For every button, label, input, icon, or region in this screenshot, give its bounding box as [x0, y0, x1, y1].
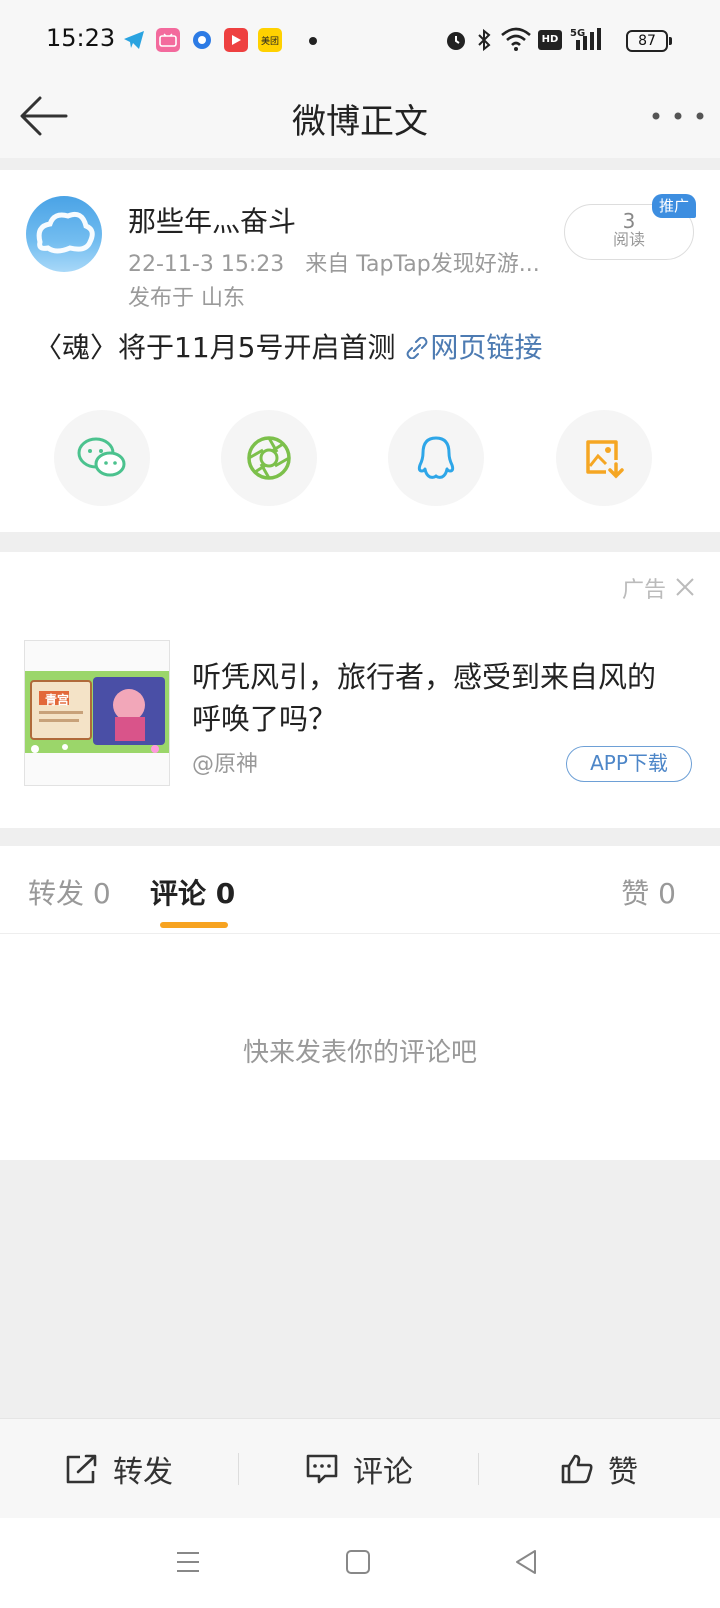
post-timestamp: 22-11-3 15:23: [128, 252, 285, 277]
status-bar: 15:23 美团 HD 5G 87: [0, 0, 720, 80]
share-wechat-button[interactable]: [54, 410, 150, 506]
ad-image[interactable]: 青宫: [24, 640, 170, 786]
close-icon: [676, 578, 694, 596]
ad-game-art-icon: [25, 671, 169, 753]
repost-button[interactable]: 转发: [0, 1419, 238, 1519]
post-location: 发布于 山东: [128, 286, 245, 311]
menu-icon: [177, 1552, 199, 1572]
home-square-icon: [346, 1550, 370, 1574]
svg-text:5G: 5G: [570, 28, 585, 39]
tab-repost[interactable]: 转发 0: [28, 872, 111, 912]
post-text: 〈魂〉将于11月5号开启首测 网页链接: [34, 326, 542, 366]
web-link[interactable]: 网页链接: [404, 331, 542, 364]
alarm-icon: [444, 28, 468, 56]
repost-label: 转发: [113, 1455, 173, 1490]
bottom-toolbar: 转发 评论 赞: [0, 1418, 720, 1518]
post-meta: 22-11-3 15:23 来自 TapTap发现好游...: [128, 246, 540, 278]
save-image-icon: [586, 440, 624, 479]
back-triangle-icon: [516, 1550, 536, 1574]
comment-button[interactable]: 评论: [240, 1419, 478, 1519]
avatar[interactable]: [26, 196, 102, 272]
bilibili-icon: [156, 28, 180, 52]
toolbar-divider: [238, 1453, 239, 1485]
ad-title[interactable]: 听凭风引，旅行者，感受到来自风的呼唤了吗？: [192, 656, 682, 740]
post-card: 那些年灬奋斗 22-11-3 15:23 来自 TapTap发现好游... 发布…: [0, 170, 720, 532]
signal-5g-icon: 5G: [570, 26, 604, 56]
ad-card[interactable]: 广告 青宫 听凭风引，旅行者，感受到来自风的呼唤了吗？ @原神 APP下载: [0, 552, 720, 828]
qq-icon: [417, 436, 455, 479]
comments-section: 快来发表你的评论吧: [0, 934, 720, 1160]
save-image-button[interactable]: [556, 410, 652, 506]
share-moments-button[interactable]: [221, 410, 317, 506]
like-label: 赞: [608, 1455, 638, 1490]
toolbar-divider: [478, 1453, 479, 1485]
more-button[interactable]: [650, 108, 706, 124]
nav-back-button[interactable]: [506, 1542, 546, 1582]
tab-comment[interactable]: 评论 0: [150, 872, 235, 912]
browser-icon: [190, 28, 214, 52]
thumbs-up-icon: [561, 1454, 593, 1484]
link-icon: [406, 336, 428, 360]
share-qq-button[interactable]: [388, 410, 484, 506]
back-button[interactable]: [18, 94, 70, 138]
post-source: 来自 TapTap发现好游...: [305, 252, 540, 277]
arrow-left-icon: [20, 96, 68, 136]
repost-icon: [66, 1454, 97, 1484]
hd-icon: HD: [538, 30, 562, 50]
ad-image-badge: 青宫: [45, 693, 70, 707]
nav-menu-button[interactable]: [168, 1542, 208, 1582]
meituan-icon: 美团: [258, 28, 282, 52]
ad-source: @原神: [192, 752, 259, 777]
interaction-tabs: 转发 0 评论 0 赞 0: [0, 846, 720, 934]
promo-badge: 推广: [652, 194, 696, 218]
ad-close-button[interactable]: [674, 576, 696, 598]
wifi-icon: [500, 26, 532, 56]
bluetooth-icon: [476, 28, 492, 56]
empty-comments-text: 快来发表你的评论吧: [242, 1038, 477, 1068]
comment-label: 评论: [353, 1455, 413, 1490]
ad-label: 广告: [622, 578, 667, 603]
telegram-icon: [122, 28, 146, 52]
web-link-label: 网页链接: [430, 331, 543, 364]
comment-icon: [306, 1454, 338, 1484]
title-bar: 微博正文: [0, 80, 720, 158]
wechat-icon: [77, 437, 126, 477]
page-title: 微博正文: [292, 102, 428, 142]
tab-like[interactable]: 赞 0: [621, 872, 676, 912]
active-tab-indicator: [160, 922, 228, 928]
read-label: 阅读: [612, 230, 645, 249]
status-time: 15:23: [46, 24, 116, 52]
post-body: 〈魂〉将于11月5号开启首测: [34, 331, 396, 364]
battery-indicator: 87: [626, 30, 672, 52]
app-download-button[interactable]: APP下载: [566, 746, 692, 782]
like-button[interactable]: 赞: [480, 1419, 718, 1519]
notification-dot: [309, 37, 317, 45]
nav-home-button[interactable]: [338, 1542, 378, 1582]
system-nav-bar: [0, 1518, 720, 1608]
username[interactable]: 那些年灬奋斗: [128, 200, 296, 240]
more-dots-icon: [652, 112, 704, 120]
moments-icon: [247, 436, 291, 480]
video-icon: [224, 28, 248, 52]
